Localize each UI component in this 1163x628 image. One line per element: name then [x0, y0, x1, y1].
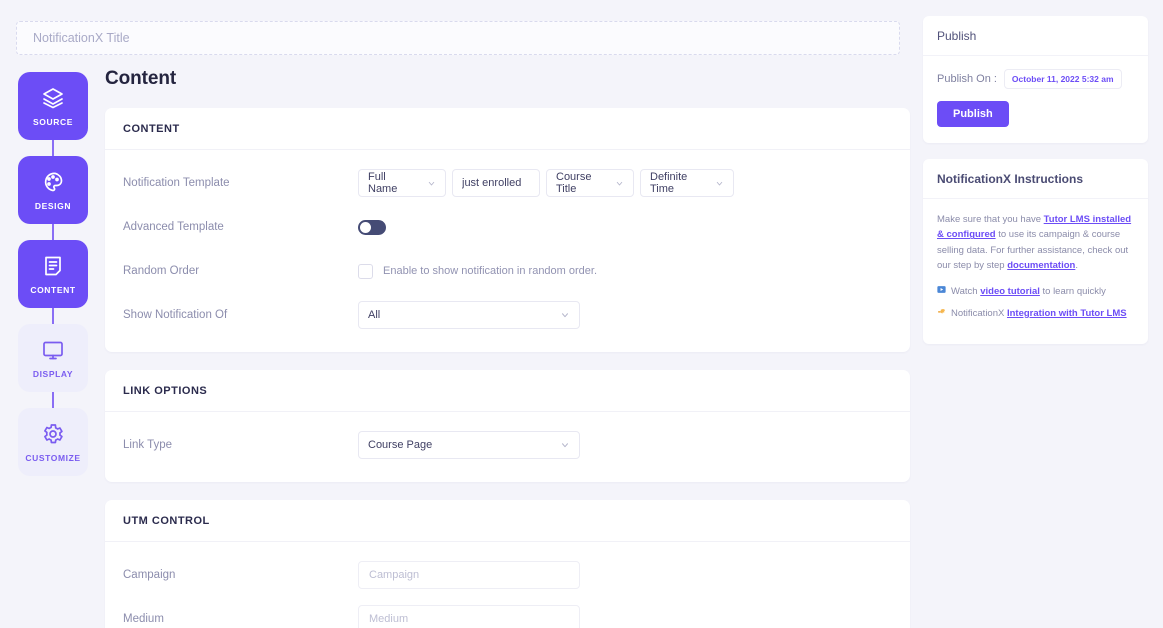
field-show-notification-of: Show Notification Of All: [123, 298, 892, 332]
sidebar-item-label: CUSTOMIZE: [25, 452, 81, 463]
field-label: Medium: [123, 613, 164, 625]
document-icon: [45, 256, 61, 275]
sidebar-item-label: DISPLAY: [32, 368, 74, 379]
video-icon: [937, 285, 946, 293]
content-section-card: CONTENT Notification Template Full Name …: [105, 108, 910, 352]
sidebar-item-display[interactable]: DISPLAY: [18, 324, 88, 392]
monitor-icon: [43, 341, 63, 359]
chevron-down-icon: [428, 181, 435, 185]
sidebar-item-customize[interactable]: CUSTOMIZE: [18, 408, 88, 476]
page-title: Content: [105, 68, 177, 89]
chevron-down-icon: [616, 181, 623, 185]
section-heading-utm-control: UTM CONTROL: [105, 500, 910, 542]
section-heading-link-options: LINK OPTIONS: [105, 370, 910, 412]
sidebar-item-label: SOURCE: [33, 116, 73, 127]
step-connector: [52, 308, 54, 324]
main-content: Content CONTENT Notification Template Fu…: [105, 68, 910, 628]
instructions-paragraph: Make sure that you have Tutor LMS instal…: [937, 212, 1134, 274]
field-label: Link Type: [123, 439, 173, 451]
sidebar-item-design[interactable]: DESIGN: [18, 156, 88, 224]
notificationx-title-input[interactable]: [16, 21, 900, 55]
video-tutorial-link[interactable]: video tutorial: [980, 286, 1040, 297]
utm-campaign-input[interactable]: [358, 561, 580, 589]
step-connector: [52, 392, 54, 408]
field-utm-medium: Medium: [123, 602, 892, 628]
select-value: Course Page: [368, 439, 433, 451]
publish-button[interactable]: Publish: [937, 101, 1009, 127]
field-link-type: Link Type Course Page: [123, 428, 892, 462]
action-text-input[interactable]: [452, 169, 540, 197]
field-label: Advanced Template: [123, 221, 224, 233]
select-value: Course Title: [556, 171, 592, 195]
publish-panel: Publish Publish On : October 11, 2022 5:…: [923, 16, 1148, 143]
integration-line-text: NotificationX Integration with Tutor LMS: [951, 306, 1127, 321]
instructions-text-3: .: [1075, 260, 1078, 272]
video-line-text: Watch video tutorial to learn quickly: [951, 284, 1106, 299]
integration-prefix: NotificationX: [951, 307, 1007, 319]
name-type-select[interactable]: Full Name: [358, 169, 446, 197]
chevron-down-icon: [562, 443, 568, 448]
pointing-hand-icon: [938, 308, 945, 314]
toggle-knob: [360, 221, 371, 233]
video-prefix: Watch: [951, 285, 981, 297]
section-heading-content: CONTENT: [105, 108, 910, 150]
chevron-down-icon: [562, 313, 568, 318]
sidebar-item-source[interactable]: SOURCE: [18, 72, 88, 140]
field-utm-campaign: Campaign: [123, 558, 892, 592]
time-type-select[interactable]: Definite Time: [640, 169, 734, 197]
field-random-order: Random Order Enable to show notification…: [123, 254, 892, 288]
subject-type-select[interactable]: Course Title: [546, 169, 634, 197]
tutor-lms-integration-link[interactable]: Integration with Tutor LMS: [1007, 308, 1127, 319]
publish-on-row: Publish On : October 11, 2022 5:32 am: [937, 69, 1134, 89]
gear-icon: [44, 423, 63, 443]
instructions-panel: NotificationX Instructions Make sure tha…: [923, 159, 1148, 344]
notificationx-editor: SOURCE DESIGN CONTENT DISPLAY: [0, 0, 1163, 628]
field-label: Random Order: [123, 265, 200, 277]
layers-icon: [43, 87, 63, 108]
random-order-description: Enable to show notification in random or…: [383, 265, 598, 277]
instructions-text-1: Make sure that you have: [937, 214, 1044, 225]
documentation-link[interactable]: documentation: [1007, 260, 1075, 271]
right-sidebar: Publish Publish On : October 11, 2022 5:…: [923, 16, 1148, 360]
palette-icon: [44, 172, 63, 191]
select-value: Full Name: [368, 171, 398, 195]
link-type-select[interactable]: Course Page: [358, 431, 580, 459]
step-navigation: SOURCE DESIGN CONTENT DISPLAY CUSTOMIZE: [18, 72, 88, 476]
chevron-down-icon: [716, 181, 723, 185]
random-order-checkbox[interactable]: [358, 263, 373, 279]
sidebar-item-content[interactable]: CONTENT: [18, 240, 88, 308]
show-notification-of-select[interactable]: All: [358, 301, 580, 329]
field-notification-template: Notification Template Full Name Course T…: [123, 166, 892, 200]
link-options-section-card: LINK OPTIONS Link Type Course Page: [105, 370, 910, 482]
publish-panel-heading: Publish: [923, 16, 1148, 56]
select-value: Definite Time: [650, 171, 688, 195]
utm-control-section-card: UTM CONTROL Campaign Medium Source: [105, 500, 910, 628]
select-value: All: [368, 309, 381, 321]
publish-on-label: Publish On :: [937, 73, 997, 85]
publish-date-chip[interactable]: October 11, 2022 5:32 am: [1003, 69, 1122, 89]
sidebar-item-label: CONTENT: [30, 284, 76, 295]
sidebar-item-label: DESIGN: [34, 200, 72, 211]
field-advanced-template: Advanced Template: [123, 210, 892, 244]
field-label: Campaign: [123, 569, 176, 581]
video-suffix: to learn quickly: [1039, 285, 1106, 297]
instructions-panel-heading: NotificationX Instructions: [923, 159, 1148, 199]
step-connector: [52, 140, 54, 156]
utm-medium-input[interactable]: [358, 605, 580, 628]
field-label: Show Notification Of: [123, 309, 228, 321]
video-tutorial-line: Watch video tutorial to learn quickly: [937, 284, 1134, 299]
step-connector: [52, 224, 54, 240]
integration-line: NotificationX Integration with Tutor LMS: [937, 306, 1134, 321]
field-label: Notification Template: [123, 177, 230, 189]
advanced-template-toggle[interactable]: [358, 219, 386, 235]
